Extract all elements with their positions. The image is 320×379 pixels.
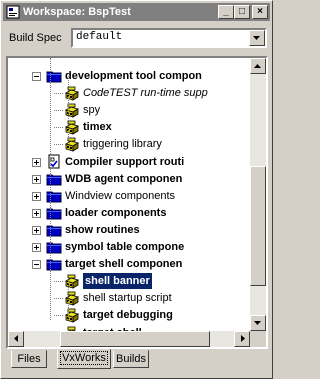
component-icon <box>65 308 79 324</box>
tree-item-label: timex <box>83 121 112 134</box>
tree-connector <box>54 93 63 95</box>
tree-item[interactable]: development tool compon <box>8 68 250 84</box>
scrollbar-corner <box>250 331 266 347</box>
workspace-icon <box>6 5 20 19</box>
tree-item-label: Compiler support routi <box>65 155 185 168</box>
chevron-down-icon <box>253 36 260 40</box>
title-bar[interactable]: Workspace: BspTest _ □ × <box>3 3 270 21</box>
vertical-scroll-thumb[interactable] <box>250 166 266 286</box>
tree-item-label: shell banner <box>82 272 153 291</box>
build-spec-select[interactable]: default <box>71 28 267 48</box>
tree-item[interactable]: triggering library <box>8 136 250 153</box>
build-spec-value: default <box>76 31 123 43</box>
folder-icon <box>46 259 62 271</box>
folder-icon <box>46 242 62 254</box>
tab-vxworks-label: VxWorks <box>60 351 108 365</box>
window-title: Workspace: BspTest <box>23 6 131 18</box>
tree-item-label: spy <box>83 104 101 117</box>
scroll-up-button[interactable] <box>250 58 266 74</box>
tree-item-label: target debugging <box>83 309 173 322</box>
close-button[interactable]: × <box>252 5 268 19</box>
vertical-scrollbar[interactable] <box>250 58 266 331</box>
horizontal-scrollbar[interactable] <box>8 331 250 347</box>
collapse-icon[interactable] <box>32 72 41 81</box>
tree-item-label: WDB agent componen <box>65 172 183 185</box>
tree-item[interactable]: Compiler support routi <box>8 154 250 170</box>
tree-item[interactable]: timex <box>8 119 250 136</box>
tree-connector <box>54 281 63 283</box>
arrow-left-icon <box>14 335 18 342</box>
component-icon <box>65 86 79 101</box>
scroll-left-button[interactable] <box>8 331 24 347</box>
tree-item[interactable]: symbol table compone <box>8 239 250 255</box>
expand-icon[interactable] <box>32 191 41 201</box>
tab-builds[interactable]: Builds <box>113 350 149 368</box>
tree-connector <box>54 144 63 146</box>
folder-icon <box>46 208 62 220</box>
tab-files[interactable]: Files <box>11 350 47 368</box>
dropdown-arrow-button[interactable] <box>249 30 265 46</box>
tab-vxworks[interactable]: VxWorks <box>57 349 111 369</box>
component-icon <box>65 274 79 289</box>
scroll-down-button[interactable] <box>250 315 266 331</box>
arrow-right-icon <box>241 335 245 342</box>
folder-icon <box>46 71 62 83</box>
tree-item[interactable]: Windview components <box>8 188 250 204</box>
checklist-icon <box>48 154 60 168</box>
folder-icon <box>46 225 62 237</box>
tree-connector <box>68 76 69 139</box>
expand-icon[interactable] <box>32 208 41 218</box>
tree-viewport: development tool compon CodeTEST run-time… <box>8 58 250 331</box>
tree-item[interactable]: spy <box>8 102 250 118</box>
component-icon <box>65 103 79 118</box>
tree-item[interactable]: loader components <box>8 205 250 221</box>
tree-item[interactable]: shell banner <box>8 272 250 291</box>
horizontal-scroll-thumb[interactable] <box>60 331 210 347</box>
tree-connector <box>68 280 69 320</box>
build-spec-label: Build Spec <box>9 32 62 44</box>
maximize-button[interactable]: □ <box>234 5 250 19</box>
tree-item[interactable]: shell startup script <box>8 290 250 307</box>
tree-connector <box>54 315 63 317</box>
component-icon <box>65 291 79 307</box>
tree-connector <box>50 58 51 320</box>
tree-item-label: Windview components <box>65 189 176 202</box>
expand-icon[interactable] <box>32 225 41 235</box>
workspace-tree[interactable]: development tool compon CodeTEST run-time… <box>6 56 268 349</box>
tree-connector <box>54 127 63 129</box>
expand-icon[interactable] <box>32 157 41 167</box>
tree-item-label: symbol table compone <box>65 241 185 253</box>
arrow-down-icon <box>254 321 261 325</box>
tree-item-label: shell startup script <box>83 292 172 305</box>
expand-icon[interactable] <box>32 243 41 252</box>
scroll-right-button[interactable] <box>234 331 250 347</box>
minimize-button[interactable]: _ <box>218 5 234 19</box>
folder-icon <box>46 174 62 186</box>
tree-item-label: show routines <box>65 223 140 236</box>
tree-connector <box>54 110 63 112</box>
tab-builds-label: Builds <box>116 353 146 365</box>
tree-item[interactable]: show routines <box>8 222 250 238</box>
tree-item[interactable]: target debugging <box>8 307 250 324</box>
tree-item-label: loader components <box>65 206 167 219</box>
tree-item[interactable]: target shell componen <box>8 256 250 272</box>
folder-icon <box>46 191 62 203</box>
expand-icon[interactable] <box>32 174 41 184</box>
tab-files-label: Files <box>17 353 41 365</box>
tree-item[interactable]: CodeTEST run-time supp <box>8 85 250 101</box>
tree-item[interactable]: WDB agent componen <box>8 171 250 187</box>
component-icon <box>65 120 79 136</box>
arrow-up-icon <box>254 64 261 68</box>
component-icon <box>65 137 79 153</box>
tree-connector <box>54 298 63 300</box>
tree-item-label: development tool compon <box>65 70 202 82</box>
workspace-window: Workspace: BspTest _ □ × Build Spec defa… <box>0 0 273 379</box>
tree-item-label: target shell componen <box>65 258 183 271</box>
tree-item-label: triggering library <box>83 138 162 151</box>
tree-item-label: CodeTEST run-time supp <box>83 87 208 100</box>
collapse-icon[interactable] <box>32 260 41 270</box>
